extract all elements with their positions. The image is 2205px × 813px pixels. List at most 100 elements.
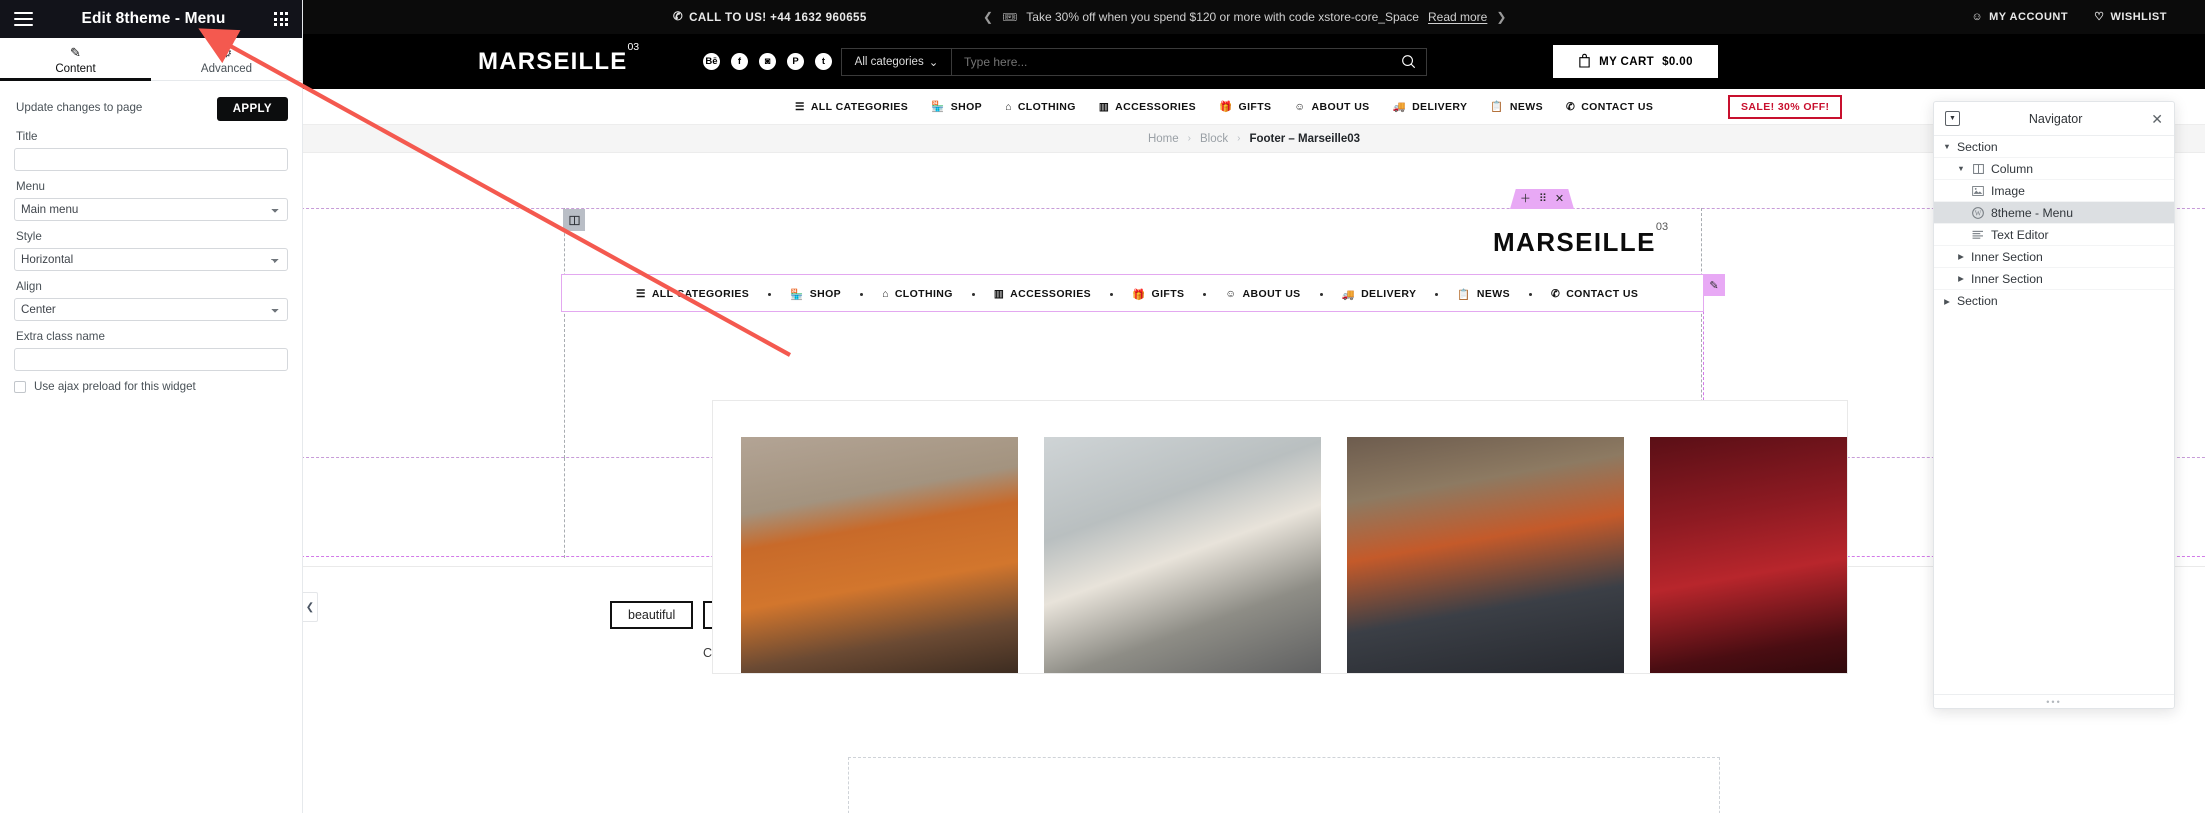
navigator-item-text-editor[interactable]: Text Editor (1934, 224, 2174, 246)
instagram-icon[interactable]: ◙ (759, 53, 776, 70)
breadcrumb-block[interactable]: Block (1200, 133, 1228, 145)
breadcrumb-home[interactable]: Home (1148, 133, 1179, 145)
promo-text: Take 30% off when you spend $120 or more… (1026, 10, 1419, 24)
navigator-item-label: Column (1991, 161, 2033, 176)
apply-button[interactable]: APPLY (216, 97, 288, 121)
close-icon[interactable]: ✕ (2151, 112, 2163, 126)
wordpress-icon: W (1971, 206, 1985, 219)
my-account-label: MY ACCOUNT (1989, 11, 2069, 23)
nav-gifts[interactable]: 🎁 GIFTS (1219, 100, 1271, 114)
search-icon[interactable] (1390, 49, 1426, 75)
nav-accessories[interactable]: ▥ ACCESSORIES (1099, 101, 1196, 113)
navigator-item-inner-section-2[interactable]: ▶ Inner Section (1934, 268, 2174, 290)
wishlist-link[interactable]: ♡ WISHLIST (2094, 11, 2167, 23)
menu-bars-icon: ☰ (795, 100, 805, 113)
menu-select[interactable]: Main menu (14, 198, 288, 221)
ajax-preload-checkbox[interactable] (14, 380, 26, 393)
my-account-link[interactable]: ☺ MY ACCOUNT (1971, 11, 2068, 23)
call-to-us[interactable]: ✆ CALL TO US! +44 1632 960655 (673, 11, 867, 24)
stage-nav-clothing[interactable]: ⌂ CLOTHING (882, 288, 953, 300)
tag-beautiful[interactable]: beautiful (610, 601, 694, 629)
chevron-down-icon[interactable]: ▼ (1956, 164, 1966, 173)
nav-label: CONTACT US (1581, 100, 1654, 113)
grid-apps-icon[interactable] (274, 12, 288, 26)
gear-icon: ⚙ (220, 44, 233, 60)
behance-icon[interactable]: Bē (703, 53, 720, 70)
stage-nav-all-categories[interactable]: ☰ ALL CATEGORIES (636, 288, 749, 300)
plus-icon[interactable]: ＋ (1520, 193, 1531, 205)
stage-nav-accessories[interactable]: ▥ ACCESSORIES (994, 288, 1091, 300)
hamburger-icon[interactable] (14, 12, 33, 26)
sale-badge[interactable]: SALE! 30% OFF! (1728, 94, 1843, 119)
stage-nav-delivery[interactable]: 🚚 DELIVERY (1342, 288, 1417, 301)
site-logo[interactable]: MARSEILLE03 (478, 41, 639, 76)
nav-label: ABOUT US (1311, 100, 1370, 113)
my-cart-button[interactable]: MY CART $0.00 (1553, 45, 1718, 78)
close-icon[interactable]: ✕ (1555, 193, 1564, 205)
nav-label: NEWS (1509, 100, 1543, 113)
nav-contact-us[interactable]: ✆ CONTACT US (1566, 101, 1653, 113)
site-nav-items: ☰ ALL CATEGORIES 🏪 SHOP ⌂ CLOTHING ▥ ACCESSO… (795, 100, 1653, 114)
column-handle[interactable] (563, 209, 585, 231)
dock-icon[interactable]: ▼ (1945, 111, 1960, 126)
chevron-right-icon[interactable]: ▶ (1942, 297, 1952, 306)
pinterest-icon[interactable]: P (787, 53, 804, 70)
nav-separator-dot (971, 292, 975, 296)
field-extra-class-label: Extra class name (16, 330, 105, 343)
chevron-down-icon[interactable]: ▼ (1942, 142, 1952, 151)
navigator-item-section[interactable]: ▼ Section (1934, 136, 2174, 158)
navigator-item-image[interactable]: Image (1934, 180, 2174, 202)
column-icon (1971, 163, 1985, 174)
nav-shop[interactable]: 🏪 SHOP (931, 100, 982, 114)
style-select[interactable]: Horizontal (14, 248, 288, 271)
twitter-icon[interactable]: t (815, 53, 832, 70)
truck-icon: 🚚 (1392, 101, 1407, 113)
promo-next-icon[interactable]: ❯ (1496, 10, 1506, 24)
tab-advanced[interactable]: ⚙ Advanced (151, 38, 302, 80)
chevron-right-icon[interactable]: ▶ (1956, 274, 1966, 283)
extra-class-input[interactable] (14, 348, 288, 371)
align-select[interactable]: Center (14, 298, 288, 321)
stage-logo-text: MARSEILLE (1493, 227, 1656, 257)
nav-news[interactable]: 📋 NEWS (1490, 100, 1543, 114)
stage-nav-gifts[interactable]: 🎁 GIFTS (1132, 288, 1184, 301)
menu-widget-items: ☰ ALL CATEGORIES 🏪 SHOP ⌂ CLOTHING ▥ ACCESSO… (636, 275, 1638, 313)
resize-dots-icon[interactable]: ••• (1934, 694, 2174, 708)
stage-nav-about-us[interactable]: ☺ ABOUT US (1225, 288, 1300, 300)
category-card[interactable]: NEW ARRIVALS 10 products (741, 437, 1018, 673)
nav-clothing[interactable]: ⌂ CLOTHING (1005, 101, 1076, 113)
search-category-select[interactable]: All categories ⌄ (842, 48, 952, 75)
title-input[interactable] (14, 148, 288, 171)
navigator-item-8theme-menu[interactable]: W 8theme - Menu (1934, 202, 2174, 224)
panel-collapse-handle[interactable]: ❮ (303, 592, 318, 622)
category-card[interactable] (1650, 437, 1847, 673)
tab-content[interactable]: ✎ Content (0, 38, 151, 81)
navigator-item-column[interactable]: ▼ Column (1934, 158, 2174, 180)
nav-about-us[interactable]: ☺ ABOUT US (1294, 101, 1369, 113)
stage-nav-label: SHOP (809, 288, 842, 300)
category-card[interactable]: MEN 20 products (1044, 437, 1321, 673)
field-style-label: Style (16, 230, 42, 243)
promo-read-more-link[interactable]: Read more (1428, 10, 1487, 24)
phone-icon: ✆ (1566, 100, 1576, 113)
promo-prev-icon[interactable]: ❮ (983, 10, 993, 24)
facebook-icon[interactable]: f (731, 53, 748, 70)
category-image (1347, 437, 1624, 673)
navigator-item-section-2[interactable]: ▶ Section (1934, 290, 2174, 312)
widget-edit-pencil-icon[interactable]: ✎ (1703, 274, 1725, 296)
nav-delivery[interactable]: 🚚 DELIVERY (1392, 100, 1468, 114)
stage-logo-sup: 03 (1655, 221, 1669, 234)
stage-logo[interactable]: MARSEILLE03 (1493, 221, 1668, 258)
cart-total: $0.00 (1662, 55, 1693, 68)
chevron-right-icon[interactable]: ▶ (1956, 252, 1966, 261)
nav-all-categories[interactable]: ☰ ALL CATEGORIES (795, 101, 908, 113)
stage-nav-shop[interactable]: 🏪 SHOP (790, 288, 841, 301)
navigator-item-inner-section-1[interactable]: ▶ Inner Section (1934, 246, 2174, 268)
dots-grid-icon[interactable]: ⠿ (1539, 193, 1547, 205)
menu-widget[interactable]: ☰ ALL CATEGORIES 🏪 SHOP ⌂ CLOTHING ▥ ACCESSO… (561, 274, 1725, 313)
category-card[interactable]: WOMEN 15 products (1347, 437, 1624, 673)
stage-nav-news[interactable]: 📋 NEWS (1457, 288, 1510, 301)
stage-nav-contact-us[interactable]: ✆ CONTACT US (1551, 288, 1638, 300)
heart-icon: ♡ (2094, 10, 2105, 23)
search-input[interactable] (952, 54, 1390, 69)
